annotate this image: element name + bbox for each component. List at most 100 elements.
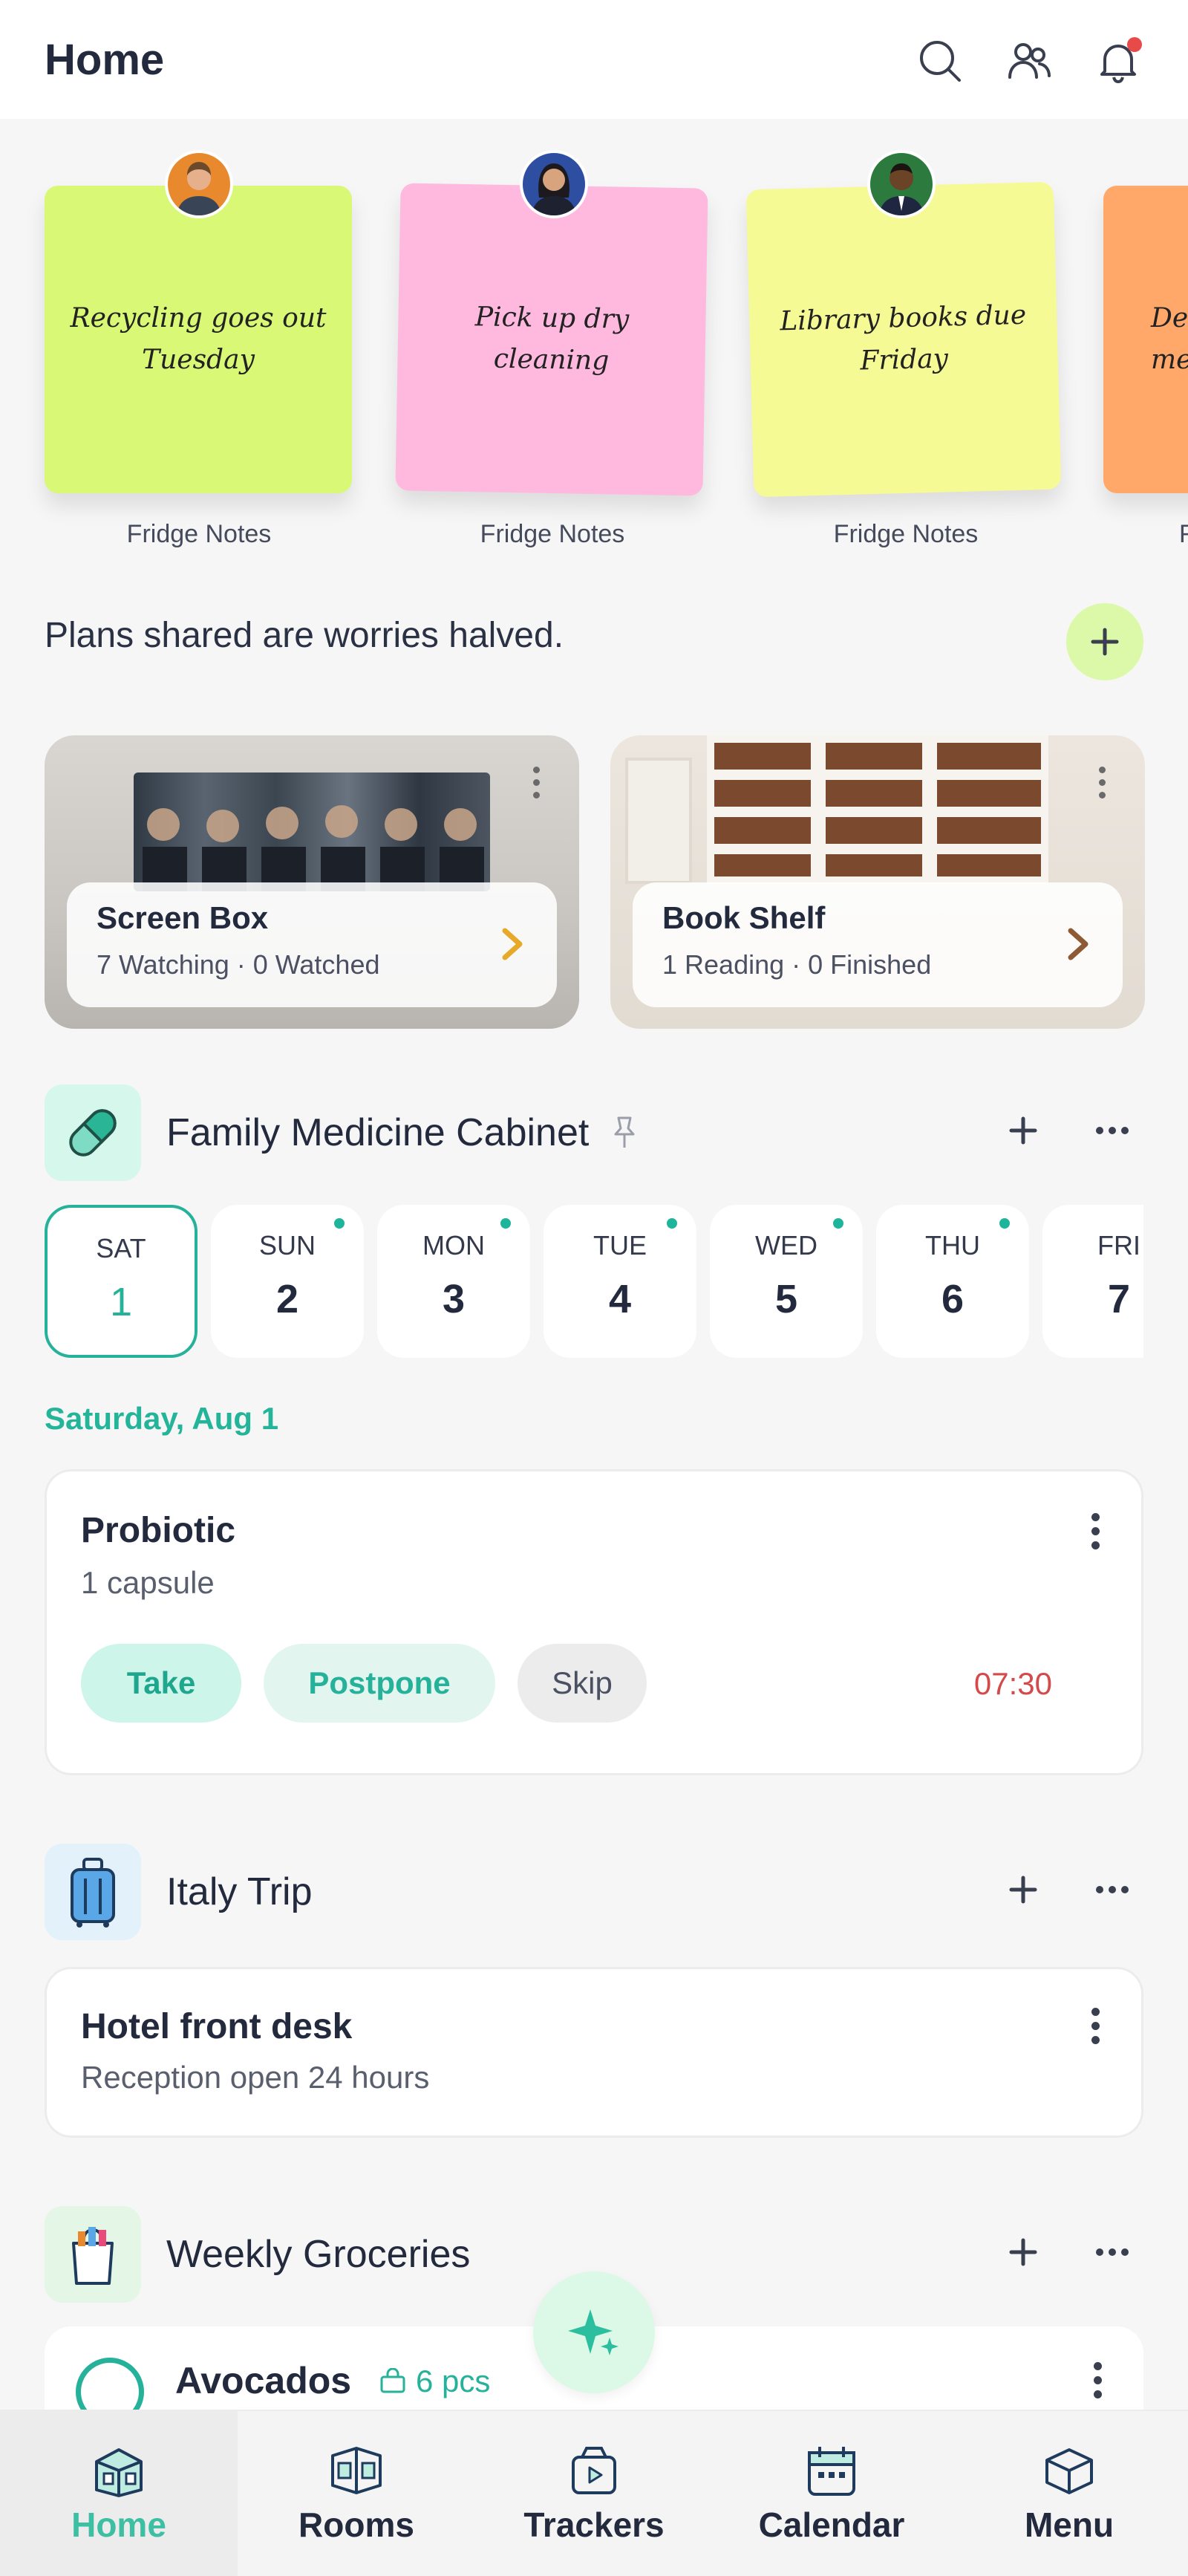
chevron-right-icon[interactable] [497, 921, 527, 972]
sticky-note: Library books due Friday [745, 181, 1062, 498]
note-text: Pick up dry cleaning [474, 302, 630, 377]
chevron-right-icon[interactable] [1063, 921, 1093, 972]
note-text: Recycling goes out Tuesday [70, 303, 327, 375]
trip-section-header: Italy Trip [45, 1844, 1143, 1940]
day-chip[interactable]: WED 5 [710, 1205, 863, 1358]
nav-trackers[interactable]: Trackers [475, 2411, 713, 2576]
more-options-icon[interactable] [1093, 2362, 1102, 2398]
grocery-item-quantity: 6 pcs [379, 2364, 490, 2399]
package-icon [380, 2368, 405, 2393]
avatar [165, 150, 233, 218]
day-chip[interactable]: THU 6 [876, 1205, 1029, 1358]
nav-label: Calendar [758, 2505, 905, 2544]
more-horizontal-icon[interactable] [1089, 1107, 1136, 1154]
medication-card[interactable]: Probiotic 1 capsule Take Postpone Skip 0… [45, 1469, 1143, 1775]
movie-poster-banner [134, 773, 490, 891]
ai-assistant-button[interactable] [533, 2271, 655, 2393]
medicine-section-header: Family Medicine Cabinet [45, 1084, 1143, 1181]
day-number: 6 [941, 1277, 965, 1321]
day-number: 7 [1107, 1277, 1131, 1321]
trip-note-card[interactable]: Hotel front desk Reception open 24 hours [45, 1967, 1143, 2138]
pin-icon[interactable] [610, 1115, 639, 1151]
reminder-dot [667, 1218, 677, 1229]
bottom-navigation: Home Rooms Trackers Calendar Menu [0, 2410, 1188, 2576]
nav-home[interactable]: Home [0, 2411, 238, 2576]
day-name: FRI [1097, 1230, 1140, 1261]
day-number: 3 [442, 1277, 466, 1321]
trackers-icon [564, 2441, 624, 2500]
reminder-dot [833, 1218, 843, 1229]
bookshelf-image [707, 735, 1048, 884]
more-options-icon[interactable] [1091, 2008, 1100, 2044]
day-chip[interactable]: SUN 2 [211, 1205, 364, 1358]
plus-icon[interactable] [999, 1107, 1047, 1154]
day-chip[interactable]: MON 3 [377, 1205, 530, 1358]
grocery-bag-icon [45, 2206, 141, 2303]
more-options-icon[interactable] [1091, 1513, 1100, 1549]
window-image [625, 758, 692, 884]
fridge-note-card[interactable]: Library books due Friday Fridge Notes [745, 141, 1062, 557]
postpone-button[interactable]: Postpone [264, 1644, 495, 1723]
day-name: THU [925, 1230, 980, 1261]
day-chip[interactable]: TUE 4 [544, 1205, 696, 1358]
take-button[interactable]: Take [81, 1644, 241, 1723]
day-chip[interactable]: SAT 1 [45, 1205, 198, 1358]
nav-menu[interactable]: Menu [950, 2411, 1188, 2576]
section-title: Italy Trip [166, 1870, 313, 1913]
notifications-bell-icon[interactable] [1090, 33, 1146, 89]
menu-icon [1040, 2441, 1099, 2500]
section-actions [999, 2228, 1136, 2276]
note-text: Library books due Friday [779, 299, 1027, 377]
app-header: Home [0, 0, 1188, 119]
fridge-note-card[interactable]: Recycling goes out Tuesday Fridge Notes [43, 141, 355, 557]
day-number: 4 [608, 1277, 632, 1321]
reminder-dot [999, 1218, 1010, 1229]
notification-badge [1127, 37, 1142, 52]
card-title: Hotel front desk [81, 2007, 353, 2046]
home-icon [89, 2441, 148, 2500]
suitcase-icon [45, 1844, 141, 1940]
nav-calendar[interactable]: Calendar [713, 2411, 950, 2576]
skip-button[interactable]: Skip [518, 1644, 647, 1723]
more-horizontal-icon[interactable] [1089, 2228, 1136, 2276]
search-icon[interactable] [912, 33, 968, 89]
note-caption: Fridge Notes [833, 520, 979, 548]
reminder-dot [500, 1218, 511, 1229]
media-title: Screen Box [97, 900, 269, 935]
family-members-icon[interactable] [1001, 33, 1057, 89]
day-number: 2 [275, 1277, 299, 1321]
nav-label: Home [71, 2505, 166, 2544]
media-card-info: Screen Box 7 Watching · 0 Watched [67, 882, 557, 1007]
calendar-icon [802, 2441, 861, 2500]
more-horizontal-icon[interactable] [1089, 1866, 1136, 1913]
day-picker[interactable]: SAT 1 SUN 2 MON 3 TUE 4 WED 5 THU 6 FRI … [45, 1205, 1143, 1358]
header-actions [912, 33, 1146, 89]
pill-icon [45, 1084, 141, 1181]
avatar [520, 150, 588, 218]
quantity-text: 6 pcs [416, 2364, 491, 2398]
nav-rooms[interactable]: Rooms [238, 2411, 475, 2576]
rooms-icon [327, 2441, 386, 2500]
day-name: SUN [258, 1230, 316, 1261]
screen-box-card[interactable]: Screen Box 7 Watching · 0 Watched [45, 735, 579, 1029]
fridge-notes-carousel[interactable]: Recycling goes out Tuesday Fridge Notes … [0, 141, 1188, 557]
note-caption: F [1179, 520, 1188, 548]
selected-date-label: Saturday, Aug 1 [45, 1401, 279, 1436]
fridge-note-card[interactable]: Pick up dry cleaning Fridge Notes [395, 141, 708, 557]
more-options-icon[interactable] [532, 767, 541, 799]
day-chip[interactable]: FRI 7 [1042, 1205, 1143, 1358]
book-shelf-card[interactable]: Book Shelf 1 Reading · 0 Finished [610, 735, 1145, 1029]
day-number: 1 [109, 1280, 133, 1324]
plus-icon[interactable] [999, 1866, 1047, 1913]
sticky-note: Dentist me [1103, 186, 1188, 493]
medication-dose: 1 capsule [81, 1565, 215, 1600]
more-options-icon[interactable] [1097, 767, 1106, 799]
nav-label: Rooms [298, 2505, 414, 2544]
plus-icon[interactable] [999, 2228, 1047, 2276]
nav-label: Trackers [523, 2505, 665, 2544]
item-checkbox[interactable] [76, 2358, 144, 2416]
section-title: Weekly Groceries [166, 2233, 471, 2276]
fridge-note-card[interactable]: Dentist me F [1103, 141, 1188, 557]
avatar [867, 150, 936, 218]
add-button[interactable] [1066, 603, 1143, 680]
